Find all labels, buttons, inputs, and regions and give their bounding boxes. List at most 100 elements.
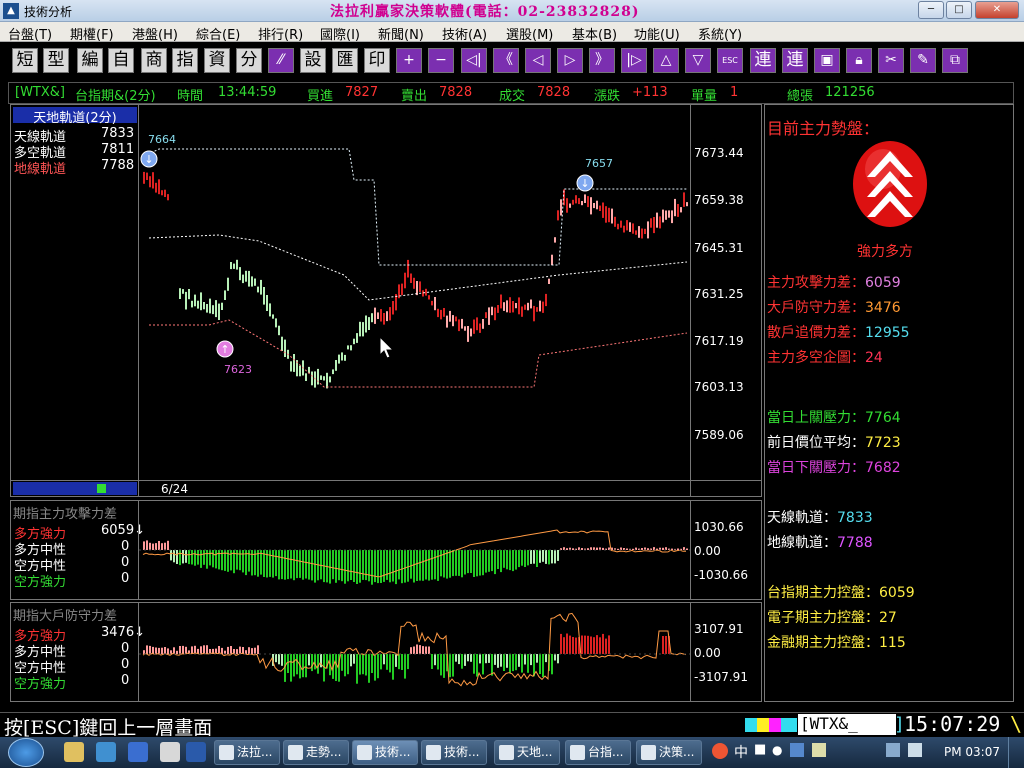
candle-bar bbox=[638, 226, 640, 238]
explorer-icon[interactable] bbox=[64, 742, 84, 762]
bull-bar bbox=[572, 548, 574, 550]
menu-technical[interactable]: 技術(A) bbox=[442, 24, 487, 43]
menu-hk[interactable]: 港盤(H) bbox=[132, 24, 178, 43]
tool-minute-button[interactable]: 分 bbox=[236, 48, 262, 73]
maximize-button[interactable]: □ bbox=[946, 1, 972, 19]
bull-bar bbox=[602, 547, 604, 550]
menu-taipan[interactable]: 台盤(T) bbox=[8, 24, 52, 43]
candle-bar bbox=[518, 297, 520, 315]
forward-button[interactable]: ▷ bbox=[557, 48, 583, 73]
taskbar-item-6[interactable]: 台指... bbox=[565, 740, 631, 765]
menu-options[interactable]: 期權(F) bbox=[70, 24, 114, 43]
candle-bar bbox=[143, 171, 145, 184]
candle-bar bbox=[374, 307, 376, 324]
fast-forward-button[interactable]: 》 bbox=[589, 48, 615, 73]
esc-button[interactable]: ESC bbox=[717, 48, 743, 73]
link-button-1[interactable]: 連 bbox=[750, 48, 776, 73]
bull-bar bbox=[167, 540, 169, 550]
metric-lower-track-label: 地線軌道： bbox=[767, 535, 837, 551]
link-button-2[interactable]: 連 bbox=[782, 48, 808, 73]
keyboard-icon[interactable] bbox=[790, 743, 804, 757]
ime-mode-icon[interactable]: ■ bbox=[754, 742, 766, 757]
bull-bar bbox=[605, 638, 607, 654]
candle-bar bbox=[440, 309, 442, 320]
show-desktop-button[interactable] bbox=[1008, 737, 1024, 768]
tool-data-button[interactable]: 資 bbox=[204, 48, 230, 73]
quote-deal-label: 成交 bbox=[499, 89, 526, 104]
bear-bar bbox=[548, 550, 550, 565]
metric-big-defense-value: 3476 bbox=[865, 300, 901, 316]
candle-bar bbox=[527, 302, 529, 311]
bear-bar bbox=[515, 550, 517, 570]
tool-indicator-button[interactable]: 指 bbox=[172, 48, 198, 73]
tool-export-button[interactable]: 匯 bbox=[332, 48, 358, 73]
candle-bar bbox=[659, 216, 661, 229]
window-icon[interactable]: ▣ bbox=[814, 48, 840, 73]
bear-bar bbox=[479, 550, 481, 576]
restore-icon[interactable]: ⧉ bbox=[942, 48, 968, 73]
ime-chinese-label[interactable]: 中 bbox=[734, 742, 748, 762]
tool-pattern-button[interactable]: 型 bbox=[43, 48, 69, 73]
bear-bar bbox=[200, 550, 202, 568]
bull-bar bbox=[149, 645, 151, 654]
taskbar-item-7[interactable]: 決策... bbox=[636, 740, 702, 765]
menu-fundamental[interactable]: 基本(B) bbox=[572, 24, 617, 43]
tools-icon[interactable]: ✂ bbox=[878, 48, 904, 73]
candle-bar bbox=[557, 210, 559, 221]
tool-short-button[interactable]: 短 bbox=[12, 48, 38, 73]
zoom-out-button[interactable]: − bbox=[428, 48, 454, 73]
candle-bar bbox=[644, 228, 646, 234]
taskbar-item-5[interactable]: 天地... bbox=[494, 740, 560, 765]
tool-edit-button[interactable]: 編 bbox=[77, 48, 103, 73]
bear-bar bbox=[197, 550, 199, 565]
bear-bar bbox=[512, 654, 514, 672]
pencil-icon[interactable]: ✎ bbox=[910, 48, 936, 73]
menu-international[interactable]: 國際(I) bbox=[320, 24, 360, 43]
tool-commodity-button[interactable]: 商 bbox=[141, 48, 167, 73]
start-button[interactable] bbox=[8, 738, 44, 767]
media-player-icon[interactable] bbox=[96, 742, 116, 762]
network-icon[interactable] bbox=[160, 742, 180, 762]
lock-icon[interactable]: 🔒︎ bbox=[846, 48, 872, 73]
tool-custom-button[interactable]: 自 bbox=[108, 48, 134, 73]
last-page-button[interactable]: |▷ bbox=[621, 48, 647, 73]
candle-bar bbox=[458, 319, 460, 332]
taskbar-item-4[interactable]: 技術... bbox=[421, 740, 487, 765]
up-button[interactable]: △ bbox=[653, 48, 679, 73]
fast-back-button[interactable]: 《 bbox=[493, 48, 519, 73]
candle-bar bbox=[431, 300, 433, 306]
menu-composite[interactable]: 綜合(E) bbox=[196, 24, 240, 43]
down-button[interactable]: ▽ bbox=[685, 48, 711, 73]
network-tray-icon[interactable] bbox=[886, 743, 900, 757]
candle-bar bbox=[593, 203, 595, 209]
tool-print-button[interactable]: 印 bbox=[364, 48, 390, 73]
taskbar-item-7-label: 決策... bbox=[659, 745, 695, 759]
menu-news[interactable]: 新聞(N) bbox=[378, 24, 424, 43]
first-page-button[interactable]: ◁| bbox=[461, 48, 487, 73]
menu-functions[interactable]: 功能(U) bbox=[634, 24, 680, 43]
help-icon[interactable] bbox=[812, 743, 826, 757]
taskbar-item-3[interactable]: 技術... bbox=[352, 740, 418, 765]
menu-system[interactable]: 系統(Y) bbox=[698, 24, 742, 43]
candle-bar bbox=[200, 292, 202, 311]
volume-icon[interactable] bbox=[908, 743, 922, 757]
back-button[interactable]: ◁ bbox=[525, 48, 551, 73]
ime-icon[interactable] bbox=[712, 743, 728, 759]
taskbar-item-1[interactable]: 法拉... bbox=[214, 740, 280, 765]
close-button[interactable]: ✕ bbox=[975, 1, 1019, 19]
menu-stock-picker[interactable]: 選股(M) bbox=[506, 24, 553, 43]
chart-line-icon[interactable]: ⁄⁄ bbox=[268, 48, 294, 73]
symbol-input[interactable]: [WTX&_ bbox=[798, 714, 896, 735]
minimize-button[interactable]: ─ bbox=[918, 1, 944, 19]
ime-punct-icon[interactable]: ● bbox=[772, 743, 782, 757]
bear-bar bbox=[278, 654, 280, 665]
scrollbar-track[interactable] bbox=[13, 482, 137, 495]
word-icon[interactable] bbox=[186, 742, 206, 762]
taskbar-item-2[interactable]: 走勢... bbox=[283, 740, 349, 765]
browser-icon[interactable] bbox=[128, 742, 148, 762]
scrollbar-thumb[interactable] bbox=[97, 484, 106, 493]
tool-settings-button[interactable]: 設 bbox=[300, 48, 326, 73]
menu-ranking[interactable]: 排行(R) bbox=[258, 24, 303, 43]
zoom-in-button[interactable]: + bbox=[396, 48, 422, 73]
candle-bar bbox=[473, 319, 475, 334]
